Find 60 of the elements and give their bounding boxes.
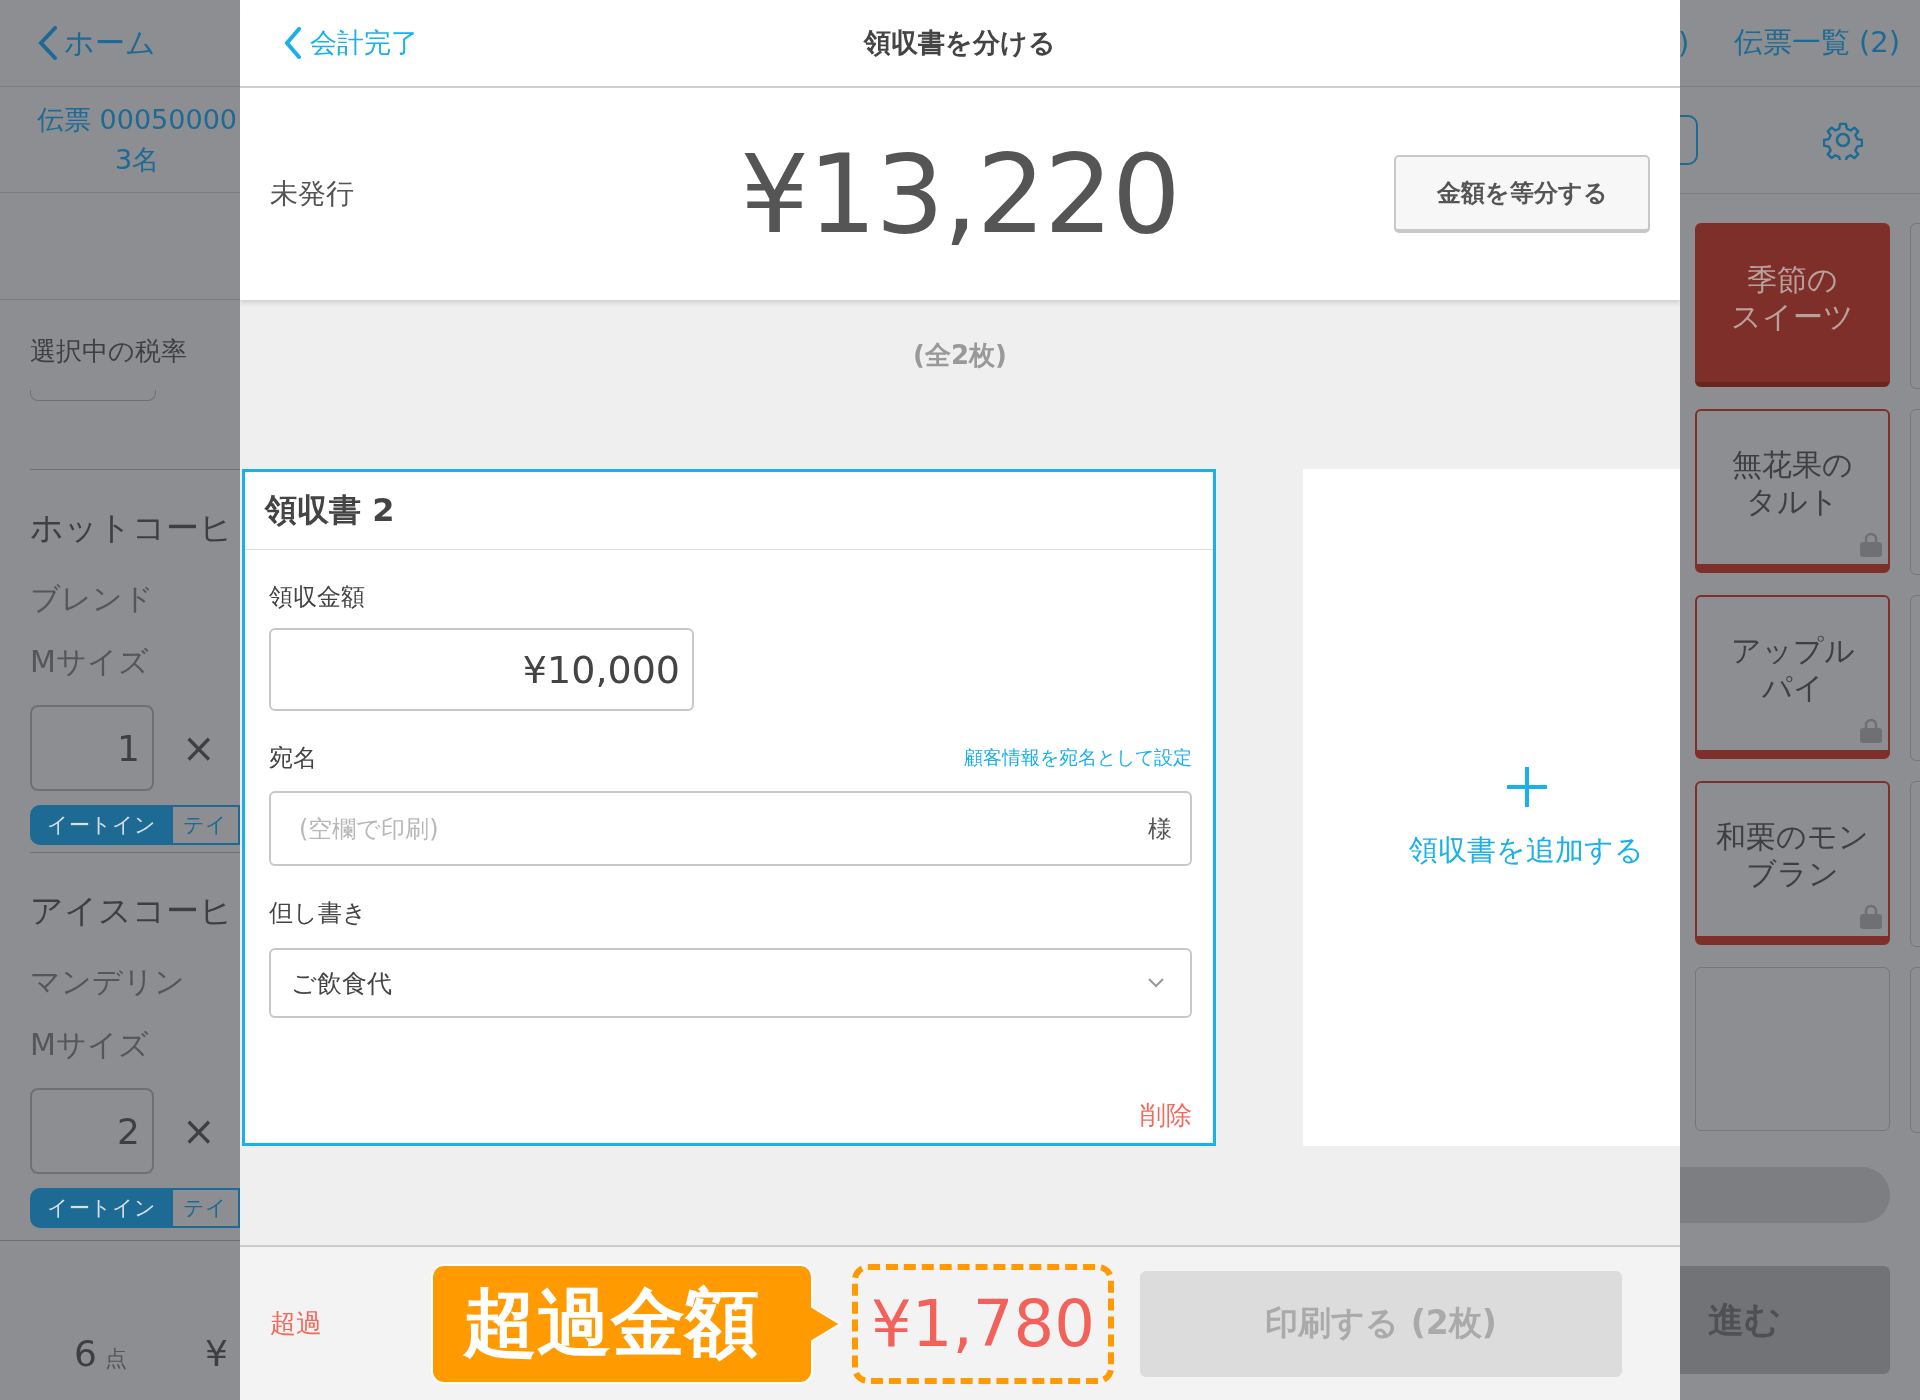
tile-label: パイ [1760, 668, 1825, 706]
search-bar[interactable] [1680, 1167, 1890, 1223]
item-size: Mサイズ [30, 1026, 150, 1064]
over-amount: ¥1,780 [852, 1263, 1114, 1384]
item-size: Mサイズ [30, 643, 150, 681]
over-label: 超過 [270, 1307, 323, 1340]
times-sign: × [182, 725, 216, 771]
back-button[interactable]: ホーム [38, 22, 156, 64]
quantity-field[interactable]: 2 [30, 1088, 154, 1174]
plus-icon [1504, 764, 1549, 809]
tile-label: スイーツ [1731, 297, 1854, 335]
outlined-button[interactable] [1680, 115, 1698, 165]
ticket-number[interactable]: 伝票 00050000 [37, 99, 237, 140]
segment-option[interactable]: イートイン [30, 1188, 173, 1228]
tile-label: 季節の [1746, 260, 1839, 298]
receipt-card[interactable]: 領収書 2 領収金額 ¥10,000 宛名 顧客情報を宛名として設定 (空欄で印刷) 様 但し書き ご飲食代 削除 [242, 469, 1216, 1146]
tile-label: 無花果の [1732, 445, 1853, 483]
chevron-down-icon [1148, 978, 1164, 988]
total-amount: ¥13,220 [740, 131, 1180, 257]
chevron-left-icon [38, 26, 58, 60]
product-tile[interactable]: 無花果の タルト [1695, 409, 1890, 573]
header-text: ) [1680, 26, 1691, 60]
times-sign: × [182, 1108, 216, 1154]
settings-icon[interactable] [1823, 120, 1863, 160]
customer-link[interactable]: 顧客情報を宛名として設定 [964, 745, 1192, 771]
quantity-field[interactable]: 1 [30, 705, 154, 791]
count-unit: 点 [104, 1345, 127, 1373]
tile-label: ブラン [1745, 854, 1840, 892]
delete-link[interactable]: 削除 [1140, 1098, 1192, 1133]
field-label: 領収金額 [269, 582, 365, 613]
product-tile[interactable]: アップル パイ [1695, 595, 1890, 759]
note-dropdown[interactable]: ご飲食代 [269, 948, 1192, 1018]
card-title: 領収書 2 [245, 472, 1213, 550]
add-receipt-button[interactable]: 領収書を追加する [1339, 764, 1644, 871]
split-evenly-button[interactable]: 金額を等分する [1394, 155, 1650, 233]
item-name: アイスコーヒ [30, 890, 234, 932]
total-price: ¥ [204, 1333, 228, 1374]
section-label: 選択中の税率 [29, 335, 188, 368]
field-label: 宛名 [269, 743, 317, 774]
ticket-list-link[interactable]: 伝票一覧 (2) [1733, 23, 1900, 63]
dialog-title: 領収書を分ける [864, 26, 1056, 60]
back-button[interactable]: 会計完了 [240, 25, 418, 61]
tile-label: タルト [1745, 482, 1840, 520]
item-count: 6 [74, 1333, 97, 1374]
guest-count: 3名 [114, 142, 160, 177]
status-label: 未発行 [269, 176, 355, 212]
honorific-suffix: 様 [1148, 814, 1172, 845]
tile-label: アップル [1730, 631, 1855, 669]
field-label: 但し書き [269, 898, 367, 929]
callout-label: 超過金額 [430, 1262, 842, 1385]
item-variant: ブレンド [30, 580, 155, 618]
item-variant: マンデリン [30, 963, 186, 1001]
amount-field[interactable]: ¥10,000 [269, 628, 694, 711]
product-tile[interactable]: 和栗のモン ブラン [1695, 781, 1890, 945]
receipt-count: (全2枚) [912, 339, 1008, 372]
tile-label: 和栗のモン [1716, 817, 1869, 855]
category-tile[interactable]: 季節の スイーツ [1695, 223, 1890, 387]
segment-option[interactable]: イートイン [30, 805, 173, 845]
item-name: ホットコーヒ [30, 507, 234, 549]
chevron-left-icon [284, 27, 302, 59]
